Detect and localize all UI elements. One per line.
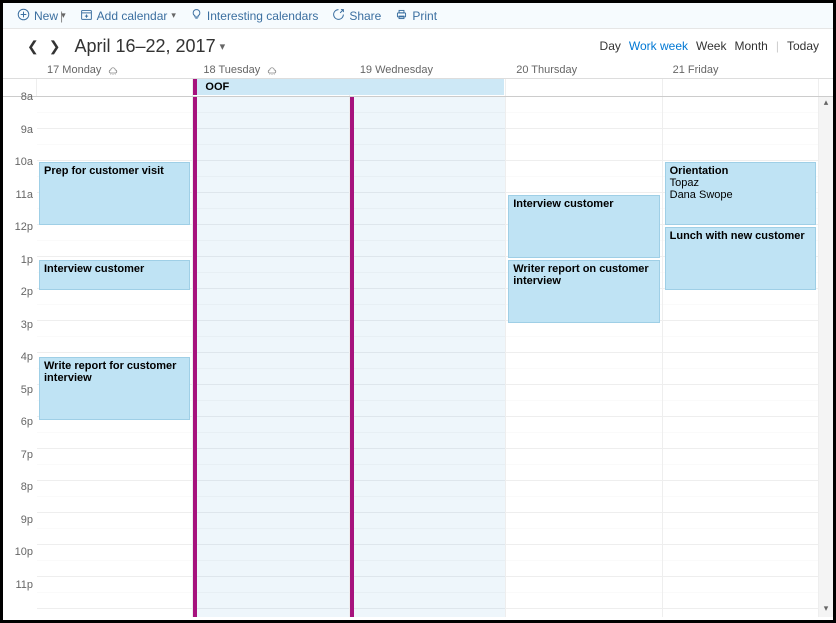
- event-title: Orientation: [670, 165, 729, 177]
- day-column[interactable]: [193, 97, 349, 617]
- day-column[interactable]: Interview customer Writer report on custo…: [506, 97, 662, 617]
- hour-label: 7p: [21, 449, 33, 461]
- chevron-down-icon: ▾: [220, 40, 226, 53]
- hour-label: 10a: [15, 156, 33, 168]
- chevron-down-icon[interactable]: ▾: [171, 10, 176, 21]
- calendar-add-icon: [80, 8, 93, 24]
- weather-icon: [266, 63, 278, 75]
- event-title: Writer report on customer interview: [513, 263, 649, 287]
- day-header[interactable]: 19 Wednesday: [350, 61, 506, 78]
- day-header-label: 19 Wednesday: [360, 64, 433, 76]
- weather-icon: [107, 63, 119, 75]
- hour-label: 5p: [21, 384, 33, 396]
- all-day-cell[interactable]: [663, 79, 819, 96]
- hour-label: 12p: [15, 221, 33, 233]
- day-header-label: 17 Monday: [47, 64, 101, 76]
- day-column[interactable]: OrientationTopazDana Swope Lunch with new…: [663, 97, 819, 617]
- interesting-label: Interesting calendars: [207, 9, 318, 23]
- print-button[interactable]: Print: [395, 8, 437, 24]
- day-column[interactable]: [350, 97, 506, 617]
- day-header[interactable]: 21 Friday: [663, 61, 819, 78]
- day-header-label: 18 Tuesday: [203, 64, 260, 76]
- calendar-event[interactable]: Prep for customer visit: [39, 162, 190, 225]
- day-header[interactable]: 17 Monday: [37, 61, 193, 78]
- lightbulb-icon: [190, 8, 203, 24]
- calendar-event[interactable]: OrientationTopazDana Swope: [665, 162, 816, 225]
- calendar-event[interactable]: Writer report on customer interview: [508, 260, 659, 323]
- event-title: Interview customer: [44, 263, 144, 275]
- share-icon: [332, 8, 345, 24]
- add-calendar-label: Add calendar: [97, 9, 168, 23]
- time-gutter: 8a9a10a11a12p1p2p3p4p5p6p7p8p9p10p11p: [3, 97, 37, 617]
- event-title: Interview customer: [513, 198, 613, 210]
- all-day-cell[interactable]: [350, 79, 506, 96]
- hour-label: 2p: [21, 286, 33, 298]
- day-header-label: 20 Thursday: [516, 64, 577, 76]
- command-bar: New | ▾ Add calendar ▾ Interesting calen…: [3, 3, 833, 29]
- hour-label: 9a: [21, 124, 33, 136]
- event-title: Lunch with new customer: [670, 230, 805, 242]
- all-day-cell[interactable]: [37, 79, 193, 96]
- share-button[interactable]: Share: [332, 8, 381, 24]
- view-week[interactable]: Week: [696, 39, 726, 53]
- hour-label: 8a: [21, 91, 33, 103]
- day-headers: 17 Monday 18 Tuesday 19 Wednesday 20 Thursd…: [3, 61, 833, 79]
- plus-icon: [17, 8, 30, 24]
- event-title: Prep for customer visit: [44, 165, 164, 177]
- calendar-grid: 8a9a10a11a12p1p2p3p4p5p6p7p8p9p10p11p Pr…: [3, 97, 833, 617]
- all-day-cell[interactable]: [506, 79, 662, 96]
- hour-label: 9p: [21, 514, 33, 526]
- print-label: Print: [412, 9, 437, 23]
- day-column[interactable]: Prep for customer visit Interview custome…: [37, 97, 193, 617]
- event-location: Topaz: [670, 177, 811, 189]
- next-week-button[interactable]: ❯: [47, 38, 63, 55]
- previous-week-button[interactable]: ❮: [25, 38, 41, 55]
- chevron-down-icon[interactable]: ▾: [61, 10, 66, 21]
- day-header-label: 21 Friday: [673, 64, 719, 76]
- busy-indicator: [350, 97, 354, 617]
- calendar-event[interactable]: Write report for customer interview: [39, 357, 190, 420]
- event-title: Write report for customer interview: [44, 360, 176, 384]
- hour-label: 3p: [21, 319, 33, 331]
- date-range-selector[interactable]: April 16–22, 2017 ▾: [74, 36, 225, 57]
- hour-label: 8p: [21, 481, 33, 493]
- add-calendar-button[interactable]: Add calendar ▾: [80, 8, 176, 24]
- view-work-week[interactable]: Work week: [629, 39, 688, 53]
- scrollbar[interactable]: ▴ ▾: [819, 97, 833, 617]
- all-day-cell[interactable]: OOF: [193, 79, 349, 96]
- busy-indicator: [193, 97, 197, 617]
- new-button[interactable]: New | ▾: [17, 8, 66, 24]
- date-range-label: April 16–22, 2017: [74, 36, 215, 57]
- hour-label: 4p: [21, 351, 33, 363]
- scroll-down-button[interactable]: ▾: [819, 603, 833, 617]
- hour-label: 6p: [21, 416, 33, 428]
- view-today[interactable]: Today: [787, 39, 819, 53]
- hour-label: 10p: [15, 546, 33, 558]
- new-label: New: [34, 9, 58, 23]
- view-day[interactable]: Day: [600, 39, 621, 53]
- header: ❮ ❯ April 16–22, 2017 ▾ Day Work week We…: [3, 29, 833, 61]
- calendar-event[interactable]: Lunch with new customer: [665, 227, 816, 290]
- print-icon: [395, 8, 408, 24]
- scroll-up-button[interactable]: ▴: [819, 97, 833, 111]
- separator: |: [776, 39, 779, 53]
- view-switcher: Day Work week Week Month | Today: [600, 39, 819, 53]
- hour-label: 11a: [15, 189, 33, 201]
- day-header[interactable]: 18 Tuesday: [193, 61, 349, 78]
- day-header[interactable]: 20 Thursday: [506, 61, 662, 78]
- view-month[interactable]: Month: [734, 39, 767, 53]
- calendar-event[interactable]: Interview customer: [39, 260, 190, 291]
- all-day-row: OOF: [3, 79, 833, 97]
- event-attendee: Dana Swope: [670, 189, 811, 201]
- share-label: Share: [349, 9, 381, 23]
- hour-label: 1p: [21, 254, 33, 266]
- interesting-calendars-button[interactable]: Interesting calendars: [190, 8, 318, 24]
- calendar-event[interactable]: Interview customer: [508, 195, 659, 258]
- hour-label: 11p: [15, 579, 33, 591]
